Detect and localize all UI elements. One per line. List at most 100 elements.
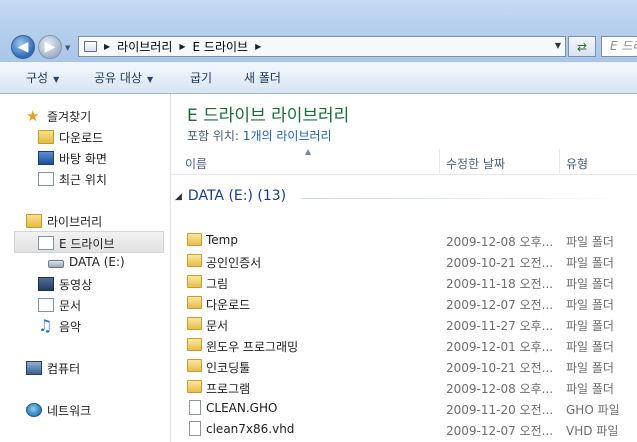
back-button[interactable]: ◀ (11, 35, 35, 59)
file-name: 그림 (206, 277, 229, 291)
videos-icon (38, 277, 54, 291)
command-bar: 구성 ▼ 공유 대상 ▼ 굽기 새 폴더 (0, 62, 637, 94)
sidebar-item-label: 라이브러리 (47, 215, 103, 229)
breadcrumb-chevron-icon[interactable]: ▶ (255, 42, 261, 51)
table-row[interactable]: CLEAN.GHO 2009-11-20 오전... GHO 파일 (171, 398, 637, 419)
desktop-icon (38, 151, 54, 165)
sidebar-item-downloads[interactable]: 다운로드 (0, 126, 170, 148)
sidebar-item-computer[interactable]: 컴퓨터 (0, 357, 170, 379)
file-type: 파일 폴더 (566, 382, 614, 396)
recent-places-icon (38, 172, 54, 186)
file-type: VHD 파일 (566, 424, 619, 438)
file-name: 공인인증서 (206, 256, 262, 270)
organize-button[interactable]: 구성 ▼ (26, 63, 59, 94)
burn-button[interactable]: 굽기 (190, 63, 212, 94)
table-row[interactable]: 다운로드 2009-12-07 오전... 파일 폴더 (171, 293, 637, 314)
sidebar-item-label: 즐겨찾기 (47, 110, 92, 124)
column-header-type[interactable]: 유형 (566, 155, 588, 172)
file-date-modified: 2009-10-21 오전... (446, 256, 554, 270)
library-title: E 드라이브 라이브러리 (187, 106, 350, 126)
sidebar-item-data-drive[interactable]: DATA (E:) (0, 252, 170, 274)
table-row[interactable]: 공인인증서 2009-10-21 오전... 파일 폴더 (171, 251, 637, 272)
library-includes: 포함 위치: 1개의 라이브러리 (187, 127, 332, 144)
collapse-triangle-icon[interactable]: ◢ (175, 192, 182, 202)
sidebar-item-label: DATA (E:) (69, 255, 125, 269)
file-list-pane: E 드라이브 라이브러리 포함 위치: 1개의 라이브러리 ▲ 이름 수정한 날… (171, 94, 637, 442)
table-row[interactable]: 윈도우 프로그래밍 2009-12-01 오후... 파일 폴더 (171, 335, 637, 356)
sidebar-item-desktop[interactable]: 바탕 화면 (0, 147, 170, 169)
share-with-label: 공유 대상 (94, 71, 142, 85)
file-date-modified: 2009-10-21 오전... (446, 361, 554, 375)
sidebar-item-label: 최근 위치 (59, 173, 107, 187)
file-type: 파일 폴더 (566, 319, 614, 333)
column-header-name[interactable]: 이름 (185, 155, 207, 172)
folder-icon (187, 233, 202, 246)
sort-ascending-icon: ▲ (305, 147, 312, 156)
search-input[interactable]: E 드라이 (601, 36, 637, 57)
group-header-data-drive[interactable]: ◢ DATA (E:) (13) (175, 188, 286, 204)
forward-button[interactable]: ▶ (38, 35, 62, 59)
network-icon (26, 403, 42, 417)
includes-link[interactable]: 1개의 라이브러리 (243, 129, 332, 143)
breadcrumb-item-libraries[interactable]: 라이브러리 (117, 38, 172, 55)
file-type: 파일 폴더 (566, 361, 614, 375)
star-icon: ★ (26, 107, 40, 125)
file-name: Temp (206, 233, 238, 247)
sidebar-item-e-drive-library[interactable]: E 드라이브 (14, 231, 164, 253)
sidebar-item-music[interactable]: ♫ 음악 (0, 315, 170, 337)
chevron-down-icon: ▼ (53, 75, 60, 84)
share-with-button[interactable]: 공유 대상 ▼ (94, 63, 153, 94)
file-date-modified: 2009-12-07 오전... (446, 424, 554, 438)
sidebar-item-network[interactable]: 네트워크 (0, 399, 170, 421)
drive-icon (48, 260, 64, 268)
refresh-button[interactable]: ⇄ (568, 36, 596, 57)
address-bar[interactable]: ▶ 라이브러리 ▶ E 드라이브 ▶ ▼ (78, 36, 566, 57)
folder-icon (187, 296, 202, 309)
file-name: clean7x86.vhd (206, 422, 295, 436)
folder-icon (187, 359, 202, 372)
file-icon (189, 400, 201, 415)
sidebar-item-libraries[interactable]: 라이브러리 (0, 210, 170, 232)
sidebar-item-label: 음악 (59, 320, 82, 334)
file-type: 파일 폴더 (566, 340, 614, 354)
folder-icon (187, 275, 202, 288)
column-header-date-modified[interactable]: 수정한 날짜 (446, 155, 505, 172)
table-row[interactable]: 프로그램 2009-12-08 오후... 파일 폴더 (171, 377, 637, 398)
refresh-icon: ⇄ (576, 39, 588, 54)
breadcrumb-chevron-icon[interactable]: ▶ (179, 42, 185, 51)
file-date-modified: 2009-12-07 오전... (446, 298, 554, 312)
table-row[interactable]: 그림 2009-11-18 오전... 파일 폴더 (171, 272, 637, 293)
column-divider[interactable] (439, 149, 440, 174)
breadcrumb-item-e-drive[interactable]: E 드라이브 (193, 38, 249, 55)
arrow-left-icon: ◀ (17, 39, 29, 55)
recent-pages-dropdown[interactable]: ▼ (65, 44, 73, 52)
sidebar-item-favorites[interactable]: ★ 즐겨찾기 (0, 105, 170, 127)
table-row[interactable]: 문서 2009-11-27 오후... 파일 폴더 (171, 314, 637, 335)
breadcrumb-chevron-icon[interactable]: ▶ (104, 42, 110, 51)
file-type: 파일 폴더 (566, 256, 614, 270)
sidebar-item-label: 네트워크 (47, 404, 92, 418)
column-header-row: ▲ 이름 수정한 날짜 유형 (171, 147, 637, 175)
file-date-modified: 2009-12-01 오후... (446, 340, 554, 354)
sidebar-item-documents[interactable]: 문서 (0, 294, 170, 316)
sidebar-item-label: E 드라이브 (59, 237, 115, 251)
file-date-modified: 2009-12-08 오후... (446, 235, 554, 249)
table-row[interactable]: 인코딩툴 2009-10-21 오전... 파일 폴더 (171, 356, 637, 377)
sidebar-item-videos[interactable]: 동영상 (0, 273, 170, 295)
file-type: 파일 폴더 (566, 235, 614, 249)
arrow-right-icon: ▶ (44, 39, 56, 55)
folder-icon (187, 338, 202, 351)
sidebar-item-recent-places[interactable]: 최근 위치 (0, 168, 170, 190)
file-date-modified: 2009-12-08 오후... (446, 382, 554, 396)
new-folder-button[interactable]: 새 폴더 (244, 63, 281, 94)
sidebar-item-label: 바탕 화면 (59, 152, 107, 166)
table-row[interactable]: clean7x86.vhd 2009-12-07 오전... VHD 파일 (171, 419, 637, 440)
address-history-dropdown-icon[interactable]: ▼ (555, 41, 561, 50)
column-divider[interactable] (559, 149, 560, 174)
sidebar-item-label: 동영상 (59, 278, 93, 292)
table-row[interactable]: Temp 2009-12-08 오후... 파일 폴더 (171, 230, 637, 251)
file-name: 윈도우 프로그래밍 (206, 340, 299, 354)
folder-icon (187, 317, 202, 330)
library-doc-icon (38, 236, 54, 250)
file-date-modified: 2009-11-20 오전... (446, 403, 554, 417)
